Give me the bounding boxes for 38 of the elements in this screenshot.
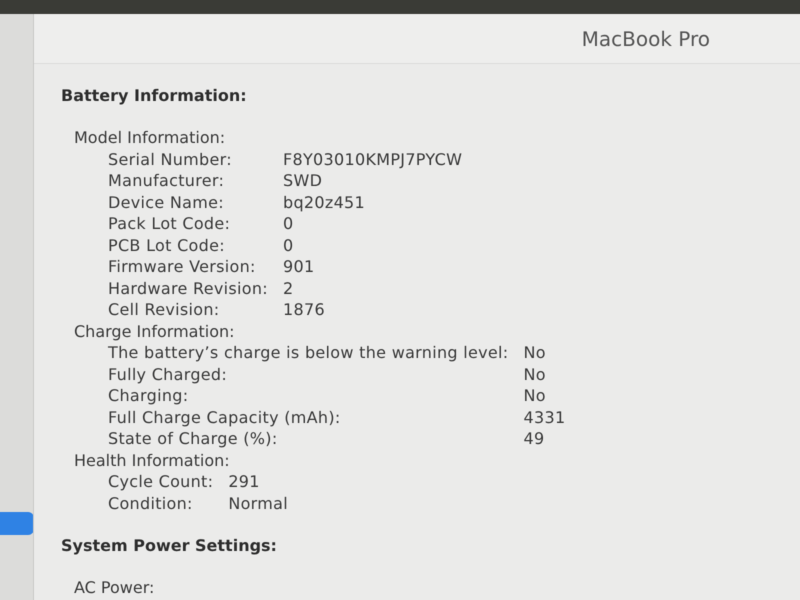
field-label: Cell Revision: <box>108 299 220 320</box>
field-label: Manufacturer: <box>108 170 226 192</box>
field-value: 49 <box>524 428 546 450</box>
field-value: 1876 <box>283 299 326 320</box>
group-title: Model Information: <box>74 127 226 148</box>
group-title: Health Information: <box>74 450 230 471</box>
field-label: Condition: <box>108 492 194 514</box>
field-value: SWD <box>283 170 324 192</box>
field-label: PCB Lot Code: <box>108 234 226 256</box>
field-value: 0 <box>283 213 294 234</box>
section-heading: Battery Information: <box>61 85 247 107</box>
group-title: Charge Information: <box>74 320 235 342</box>
field-value: 4331 <box>524 406 566 428</box>
field-label: The battery’s charge is below the warning level: <box>108 342 508 364</box>
field-value: No <box>524 364 547 385</box>
field-label: State of Charge (%): <box>108 428 279 450</box>
sidebar-item[interactable] <box>0 512 33 535</box>
field-label: Device Name: <box>108 192 225 213</box>
group-title: AC Power: <box>74 577 154 598</box>
field-label: Firmware Version: <box>108 256 257 278</box>
field-value: 0 <box>283 234 294 256</box>
field-label: Full Charge Capacity (mAh): <box>108 406 342 428</box>
field-value: 291 <box>228 471 261 492</box>
field-value: No <box>524 342 547 364</box>
field-value: No <box>524 385 547 406</box>
field-value: 2 <box>283 278 294 299</box>
field-value: Normal <box>228 492 288 514</box>
window-title: MacBook Pro <box>582 26 710 50</box>
field-label: Serial Number: <box>108 148 233 170</box>
section-heading: System Power Settings: <box>61 535 277 557</box>
field-label: Fully Charged: <box>108 364 228 385</box>
field-value: bq20z451 <box>283 192 366 213</box>
field-label: Pack Lot Code: <box>108 213 232 234</box>
field-value: F8Y03010KMPJ7PYCW <box>283 148 462 170</box>
field-label: Hardware Revision: <box>108 278 268 299</box>
field-value: 901 <box>283 256 316 278</box>
field-label: Charging: <box>108 385 190 406</box>
field-label: Cycle Count: <box>108 471 214 492</box>
